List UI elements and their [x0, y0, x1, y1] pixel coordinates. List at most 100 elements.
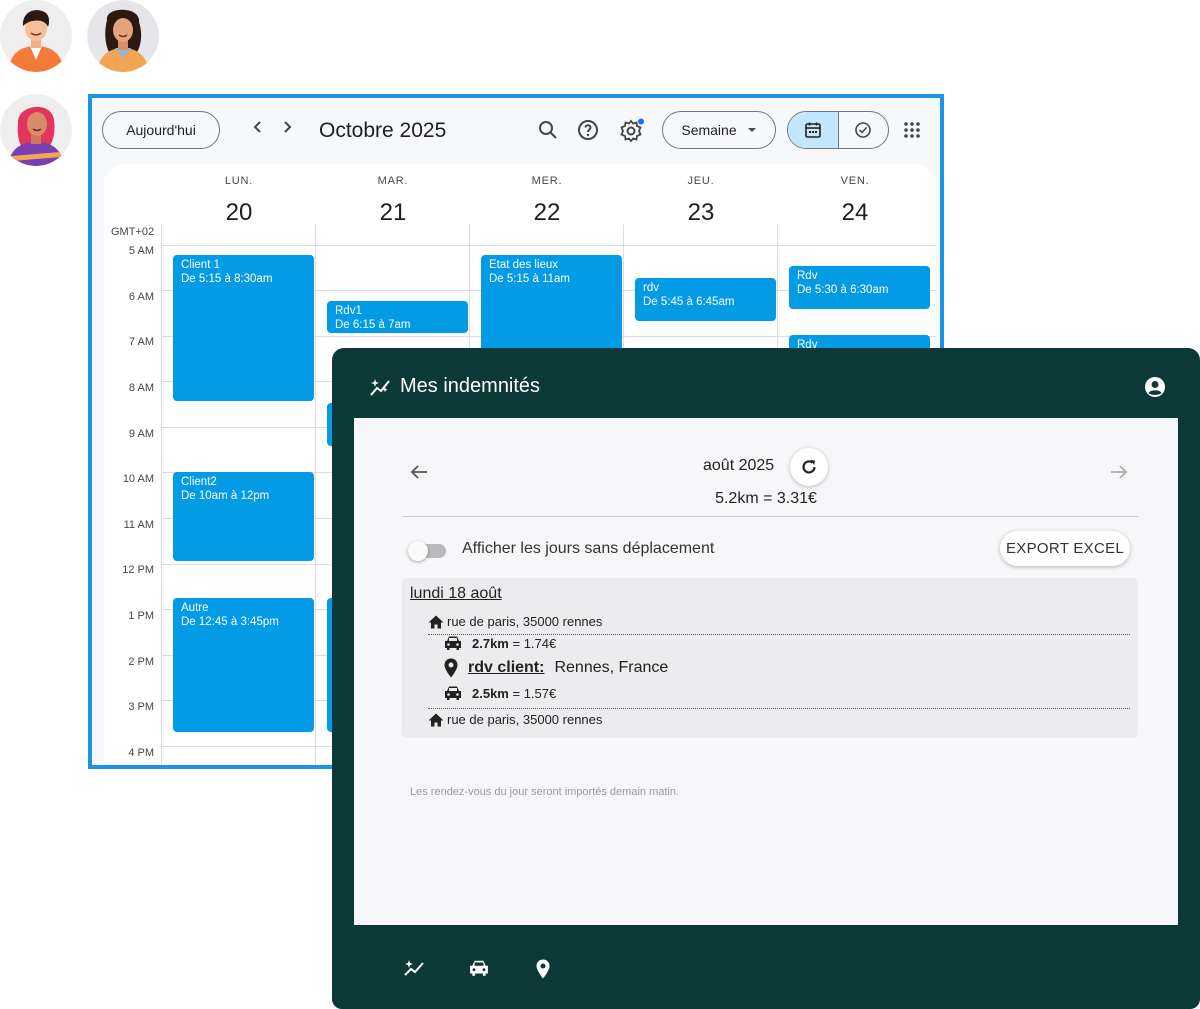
next-week-button[interactable]	[280, 118, 294, 139]
day-header-thu[interactable]: JEU. 23	[624, 164, 778, 227]
previous-month-button[interactable]	[410, 464, 428, 485]
show-empty-days-toggle[interactable]	[408, 541, 446, 561]
calendar-event[interactable]: Client2 De 10am à 12pm	[173, 472, 314, 561]
export-excel-button[interactable]: EXPORT EXCEL	[1000, 531, 1130, 566]
settings-gear-icon[interactable]	[619, 118, 645, 144]
view-select-button[interactable]: Semaine	[662, 111, 776, 149]
hour-label: 2 PM	[128, 656, 154, 668]
hour-label: 4 PM	[128, 747, 154, 759]
hour-label: 8 AM	[128, 382, 154, 394]
divider	[402, 516, 1138, 517]
avatar-woman	[87, 0, 159, 72]
app-title: Mes indemnités	[400, 375, 541, 397]
day-number: 20	[225, 199, 253, 226]
calendar-view-button[interactable]	[788, 112, 839, 148]
event-time: De 12:45 à 3:45pm	[181, 616, 279, 628]
help-icon[interactable]	[576, 118, 602, 144]
day-number: 24	[841, 199, 869, 226]
grid-line	[315, 224, 316, 765]
today-button[interactable]: Aujourd'hui	[102, 111, 220, 149]
app-content: août 2025 5.2km = 3.31€ Afficher les jou…	[354, 418, 1178, 925]
avatar-woman-pink-hair	[0, 94, 72, 166]
car-icon	[445, 686, 461, 700]
trip-row: 2.5km = 1.57€	[444, 685, 556, 701]
calendar-toolbar: Aujourd'hui Octobre 2025 Semaine	[92, 98, 940, 164]
calendar-event[interactable]: rdv De 5:45 à 6:45am	[635, 278, 776, 321]
calendar-event[interactable]: Rdv De 5:30 à 6:30am	[789, 266, 930, 309]
home-icon	[428, 713, 444, 726]
trip-distance: 2.5km	[472, 685, 509, 701]
hour-label: 6 AM	[128, 291, 154, 303]
location-pin-icon	[444, 658, 458, 678]
app-header-title: Mes indemnités	[370, 375, 540, 398]
grid-line	[161, 224, 162, 765]
event-time: De 10am à 12pm	[181, 490, 270, 502]
stop-row: rdv client: Rennes, France	[444, 658, 668, 678]
event-time: De 6:15 à 7am	[335, 319, 411, 331]
day-name: JEU.	[687, 175, 715, 187]
day-header-mon[interactable]: LUN. 20	[162, 164, 316, 227]
hour-label: 3 PM	[128, 701, 154, 713]
event-time: De 5:45 à 6:45am	[643, 296, 735, 308]
indemnites-app-window: Mes indemnités août 2025 5.2km = 3.31€ A…	[332, 348, 1200, 1009]
location-pin-icon	[536, 959, 550, 979]
calendar-month-title: Octobre 2025	[319, 119, 447, 142]
calendar-event[interactable]: Autre De 12:45 à 3:45pm	[173, 598, 314, 732]
event-time: De 5:15 à 8:30am	[181, 273, 273, 285]
calendar-event[interactable]: Etat des lieux De 5:15 à 11am	[481, 255, 622, 355]
dropdown-caret-icon	[747, 128, 756, 132]
show-empty-days-label: Afficher les jours sans déplacement	[462, 540, 715, 557]
event-time: De 5:15 à 11am	[489, 273, 570, 285]
avatar-man	[0, 0, 72, 72]
event-title: Rdv	[797, 270, 818, 282]
toggle-knob	[408, 541, 428, 561]
timezone-label: GMT+02	[111, 226, 155, 238]
day-header-wed[interactable]: MER. 22	[470, 164, 624, 227]
day-title-link[interactable]: lundi 18 août	[410, 585, 502, 603]
view-select-label: Semaine	[681, 122, 737, 138]
bottom-navigation	[332, 925, 1200, 1009]
chevron-left-icon	[253, 121, 261, 133]
calendar-event[interactable]: Rdv1 De 6:15 à 7am	[327, 301, 468, 333]
calendar-tasks-toggle	[787, 111, 889, 149]
day-name: MER.	[531, 175, 563, 187]
start-address: rue de paris, 35000 rennes	[447, 614, 603, 629]
day-header-fri[interactable]: VEN. 24	[778, 164, 932, 227]
calendar-icon	[804, 122, 821, 138]
calendar-event[interactable]: Client 1 De 5:15 à 8:30am	[173, 255, 314, 401]
stop-place: Rennes, France	[554, 659, 669, 676]
car-icon	[470, 960, 488, 976]
apps-grid-icon[interactable]	[904, 122, 920, 143]
day-number: 22	[533, 199, 561, 226]
event-time: De 5:30 à 6:30am	[797, 284, 889, 296]
stop-label[interactable]: rdv client:	[468, 659, 544, 677]
hour-label: 12 PM	[122, 564, 154, 576]
trip-cost: = 1.74€	[512, 635, 557, 651]
nav-places-button[interactable]	[536, 959, 550, 984]
day-header-tue[interactable]: MAR. 21	[316, 164, 470, 227]
refresh-icon	[802, 460, 816, 474]
refresh-button[interactable]	[790, 448, 828, 486]
nav-trips-button[interactable]	[469, 959, 489, 982]
arrow-right-icon	[1111, 465, 1128, 479]
previous-week-button[interactable]	[251, 118, 265, 139]
event-title: Rdv1	[335, 305, 362, 317]
tasks-view-button[interactable]	[839, 112, 889, 148]
account-icon[interactable]	[1144, 376, 1166, 403]
day-name: VEN.	[840, 175, 870, 187]
start-address-row: rue de paris, 35000 rennes	[428, 614, 602, 629]
event-title: Autre	[181, 602, 209, 614]
hour-label: 11 AM	[123, 519, 154, 531]
grid-line	[162, 245, 936, 246]
nav-indemnites-button[interactable]	[404, 959, 426, 982]
day-number: 23	[687, 199, 715, 226]
search-icon[interactable]	[536, 118, 562, 144]
day-card: lundi 18 août rue de paris, 35000 rennes…	[402, 578, 1138, 738]
next-month-button[interactable]	[1110, 464, 1128, 485]
event-title: rdv	[643, 282, 659, 294]
end-address-row: rue de paris, 35000 rennes	[428, 712, 602, 727]
dotted-divider	[428, 708, 1130, 709]
hour-label: 5 AM	[128, 245, 154, 257]
sparkle-icon	[370, 378, 390, 396]
sparkle-icon	[404, 960, 424, 976]
